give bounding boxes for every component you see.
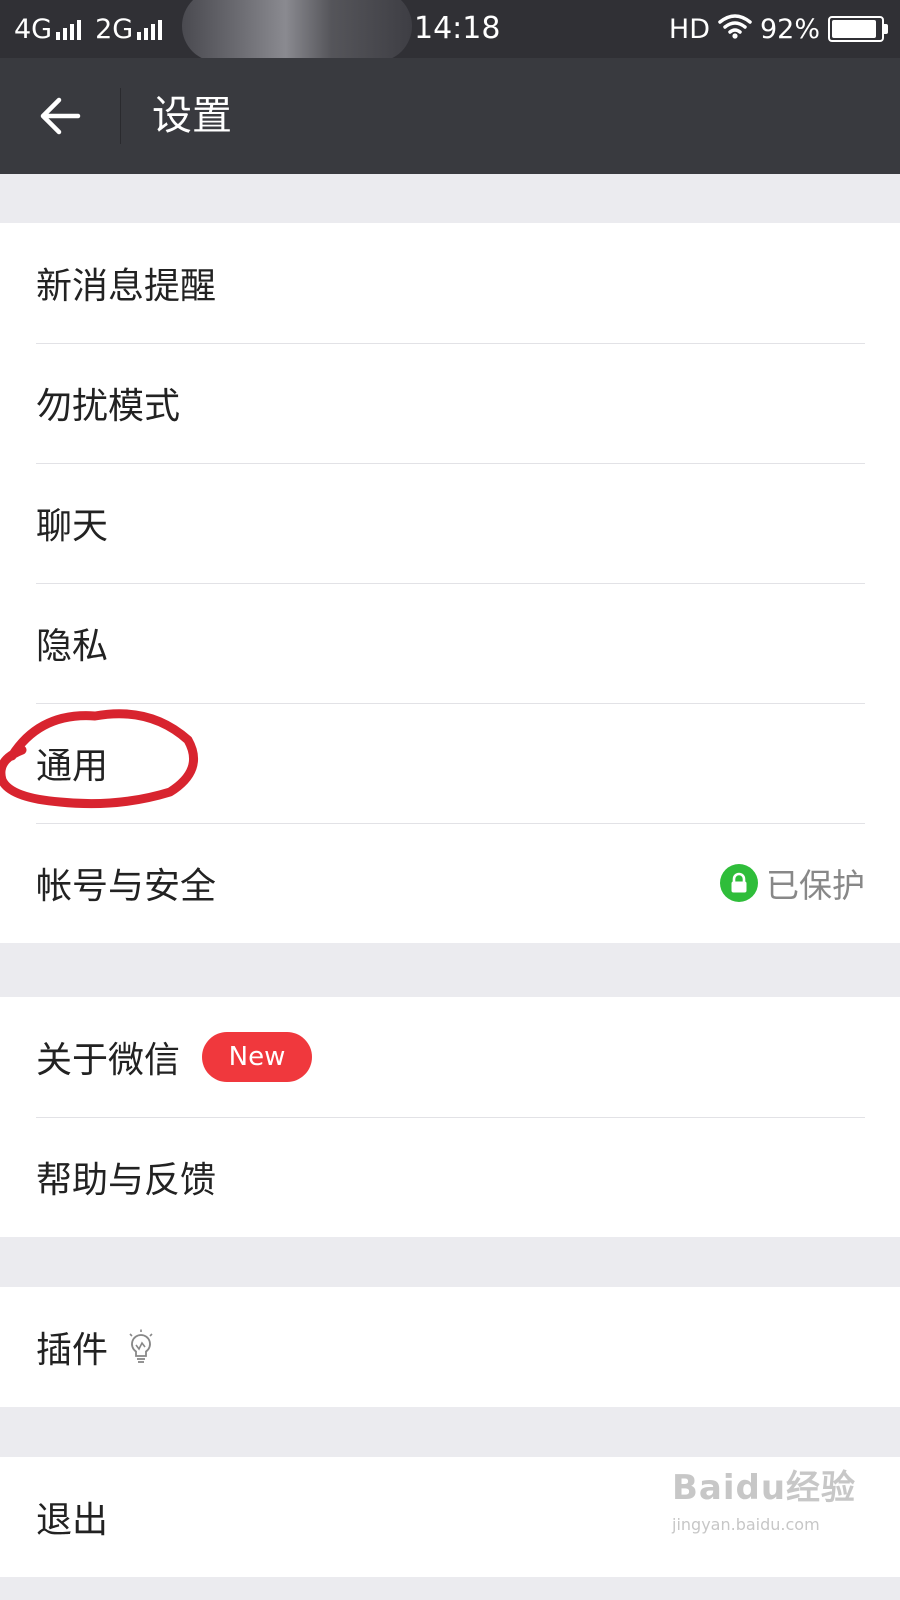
- lightbulb-icon: [126, 1329, 156, 1365]
- status-right: HD 92%: [668, 0, 888, 58]
- signal-bars-icon: [56, 18, 82, 40]
- battery-icon: [828, 16, 888, 42]
- back-button[interactable]: [30, 88, 90, 144]
- item-label: 关于微信: [36, 1040, 181, 1081]
- account-status: 已保护: [720, 823, 865, 943]
- settings-item-new-message-notifications[interactable]: 新消息提醒: [0, 223, 900, 343]
- hd-label: HD: [668, 13, 710, 45]
- network-2: 2G: [95, 14, 170, 45]
- settings-item-do-not-disturb[interactable]: 勿扰模式: [0, 343, 900, 463]
- signal-bars-icon: [137, 18, 163, 40]
- item-label: 新消息提醒: [36, 266, 217, 307]
- watermark-main: Baidu经验: [672, 1468, 857, 1508]
- watermark-sub: jingyan.baidu.com: [672, 1515, 820, 1534]
- settings-item-privacy[interactable]: 隐私: [0, 583, 900, 703]
- settings-item-plugins[interactable]: 插件: [0, 1287, 900, 1407]
- watermark: Baidu经验 jingyan.baidu.com: [672, 1460, 872, 1570]
- network-2-label: 2G: [95, 13, 134, 45]
- protected-status: 已保护: [766, 866, 865, 905]
- header-divider: [120, 88, 121, 144]
- settings-item-help-feedback[interactable]: 帮助与反馈: [0, 1117, 900, 1237]
- nav-header: 设置: [0, 58, 900, 174]
- settings-item-chats[interactable]: 聊天: [0, 463, 900, 583]
- page-title: 设置: [152, 93, 232, 139]
- item-label: 帮助与反馈: [36, 1160, 217, 1201]
- new-badge: New: [202, 1032, 313, 1082]
- battery-percent: 92%: [759, 13, 820, 45]
- item-label: 隐私: [36, 626, 109, 667]
- item-label: 通用: [36, 746, 109, 787]
- settings-item-account-security[interactable]: 帐号与安全 已保护: [0, 823, 900, 943]
- network-1-label: 4G: [14, 13, 53, 45]
- status-time: 14:18: [414, 11, 501, 46]
- item-label: 插件: [36, 1330, 109, 1371]
- item-label: 勿扰模式: [36, 386, 181, 427]
- item-label: 帐号与安全: [36, 866, 217, 907]
- signal-area: 4G 2G: [14, 0, 170, 58]
- back-arrow-icon: [40, 97, 81, 135]
- lock-icon: [720, 864, 758, 902]
- blurred-notification-area: [182, 0, 412, 62]
- settings-item-about-wechat[interactable]: 关于微信 New: [0, 997, 900, 1117]
- item-label: 聊天: [36, 506, 109, 547]
- settings-group-main: 新消息提醒 勿扰模式 聊天 隐私 通用 帐号与安全 已保护: [0, 223, 900, 943]
- settings-group-plugins: 插件: [0, 1287, 900, 1407]
- network-1: 4G: [14, 14, 89, 45]
- status-bar: 4G 2G 14:18 HD 92%: [0, 0, 900, 62]
- settings-group-about: 关于微信 New 帮助与反馈: [0, 997, 900, 1237]
- wifi-icon: [718, 13, 752, 46]
- item-label: 退出: [36, 1500, 109, 1541]
- settings-item-general[interactable]: 通用: [0, 703, 900, 823]
